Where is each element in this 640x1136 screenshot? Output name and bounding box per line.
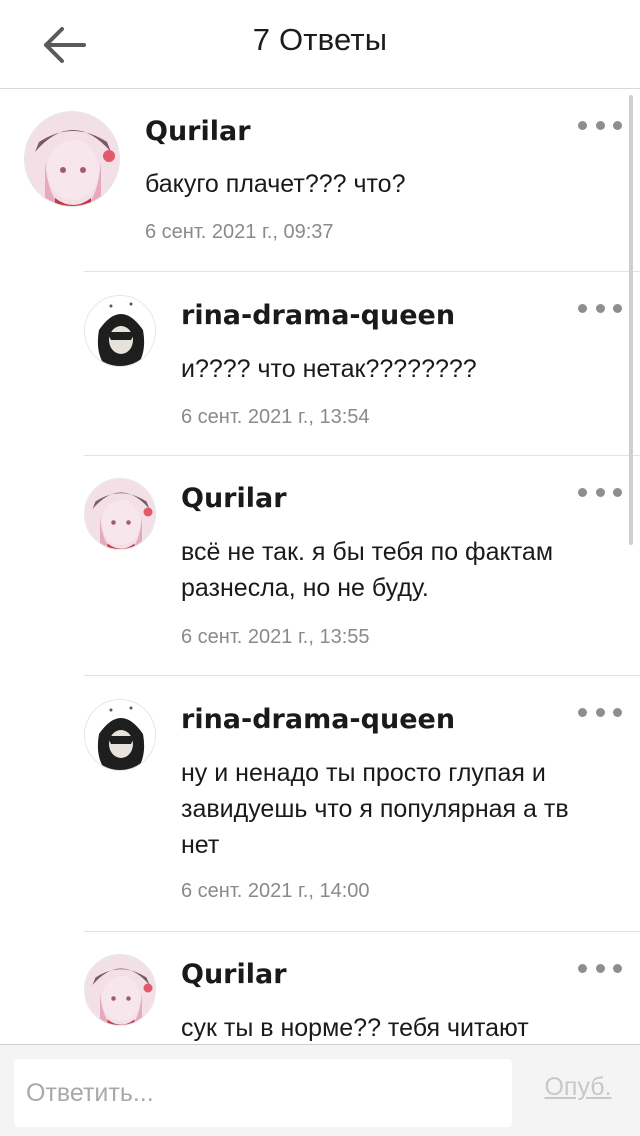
pink-anime-avatar-icon xyxy=(85,479,155,549)
reply-bar: Опуб. xyxy=(0,1044,640,1136)
comment-item: Qurilar всё не так. я бы тебя по фактам … xyxy=(0,456,640,675)
avatar[interactable] xyxy=(84,478,156,550)
comment-item: rina-drama-queen ну и ненадо ты просто г… xyxy=(0,676,640,931)
comment-author[interactable]: Qurilar xyxy=(181,483,287,514)
comment-author[interactable]: Qurilar xyxy=(181,959,287,990)
pink-anime-avatar-icon xyxy=(85,955,155,1025)
comment-text: сук ты в норме?? тебя читают xyxy=(181,1014,529,1042)
dark-anime-avatar-icon xyxy=(85,700,155,770)
top-bar: 7 Ответы xyxy=(0,0,640,89)
more-options-button[interactable] xyxy=(578,956,622,980)
comment-text: ну и ненадо ты просто глупая и завидуешь… xyxy=(181,759,569,859)
avatar[interactable] xyxy=(84,954,156,1026)
publish-button[interactable]: Опуб. xyxy=(536,1073,620,1113)
avatar[interactable] xyxy=(84,295,156,367)
comment-date: 6 сент. 2021 г., 14:00 xyxy=(181,880,370,902)
comment-text: и???? что нетак???????? xyxy=(181,355,477,383)
more-options-button[interactable] xyxy=(578,113,622,137)
comment-text: бакуго плачет??? что? xyxy=(145,170,406,198)
comment-date: 6 сент. 2021 г., 13:55 xyxy=(181,626,370,648)
comment-item: Qurilar бакуго плачет??? что? 6 сент. 20… xyxy=(0,89,640,271)
comment-author[interactable]: rina-drama-queen xyxy=(181,300,455,331)
more-options-button[interactable] xyxy=(578,700,622,724)
reply-input[interactable] xyxy=(14,1059,512,1127)
replies-list[interactable]: Qurilar бакуго плачет??? что? 6 сент. 20… xyxy=(0,89,640,1044)
comment-item: Qurilar сук ты в норме?? тебя читают xyxy=(0,932,640,1044)
comment-author[interactable]: rina-drama-queen xyxy=(181,704,455,735)
comment-date: 6 сент. 2021 г., 09:37 xyxy=(145,221,334,243)
pink-anime-avatar-icon xyxy=(25,112,119,206)
dark-anime-avatar-icon xyxy=(85,296,155,366)
avatar[interactable] xyxy=(84,699,156,771)
more-options-button[interactable] xyxy=(578,296,622,320)
more-options-button[interactable] xyxy=(578,480,622,504)
comment-item: rina-drama-queen и???? что нетак????????… xyxy=(0,272,640,455)
comment-text: всё не так. я бы тебя по фактам разнесла… xyxy=(181,538,554,602)
page-title: 7 Ответы xyxy=(252,22,388,57)
comment-date: 6 сент. 2021 г., 13:54 xyxy=(181,406,370,428)
comment-author[interactable]: Qurilar xyxy=(145,116,251,147)
scrollbar[interactable] xyxy=(629,95,633,545)
avatar[interactable] xyxy=(24,111,120,207)
